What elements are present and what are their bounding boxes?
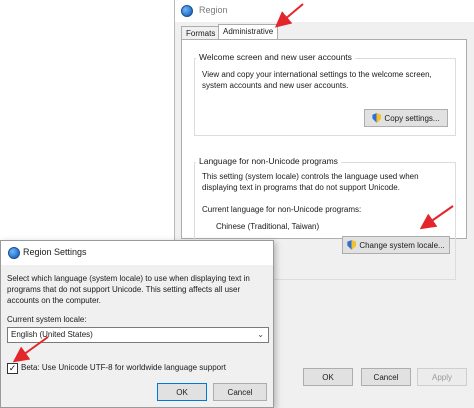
settings-dialog-title: Region Settings	[23, 247, 87, 257]
settings-ok-button[interactable]: OK	[157, 383, 207, 401]
region-apply-button[interactable]: Apply	[417, 368, 467, 386]
shield-icon	[372, 113, 382, 123]
change-system-locale-button[interactable]: Change system locale...	[342, 236, 450, 254]
region-settings-dialog: Region Settings Select which language (s…	[0, 240, 274, 408]
system-locale-select[interactable]: English (United States) ⌄	[7, 327, 269, 343]
region-window-title: Region	[199, 5, 228, 15]
change-locale-label: Change system locale...	[359, 240, 445, 250]
copy-settings-label: Copy settings...	[384, 113, 440, 123]
language-group-label: Language for non-Unicode programs	[196, 156, 341, 166]
globe-icon	[181, 5, 193, 17]
beta-utf8-checkbox[interactable]: ✓	[7, 363, 18, 374]
settings-title-bar[interactable]: Region Settings	[1, 241, 273, 265]
language-group-description: This setting (system locale) controls th…	[202, 172, 419, 192]
welcome-group-description: View and copy your international setting…	[202, 70, 432, 90]
settings-description: Select which language (system locale) to…	[7, 274, 250, 305]
administrative-tab-panel: Welcome screen and new user accounts Vie…	[181, 39, 467, 280]
system-locale-label: Current system locale:	[7, 315, 87, 324]
region-cancel-button[interactable]: Cancel	[361, 368, 411, 386]
tab-formats[interactable]: Formats	[181, 26, 219, 40]
checkmark-icon: ✓	[8, 363, 17, 373]
system-locale-value: English (United States)	[11, 330, 93, 339]
beta-utf8-label[interactable]: Beta: Use Unicode UTF-8 for worldwide la…	[21, 363, 226, 372]
current-language-label: Current language for non-Unicode program…	[202, 205, 362, 214]
settings-cancel-button[interactable]: Cancel	[213, 383, 267, 401]
region-title-bar[interactable]: Region	[175, 0, 474, 22]
welcome-group-label: Welcome screen and new user accounts	[196, 52, 355, 62]
shield-icon	[347, 240, 357, 250]
copy-settings-button[interactable]: Copy settings...	[364, 109, 448, 127]
current-language-value: Chinese (Traditional, Taiwan)	[216, 222, 320, 231]
chevron-down-icon: ⌄	[257, 330, 264, 339]
tab-administrative[interactable]: Administrative	[218, 24, 278, 40]
region-ok-button[interactable]: OK	[303, 368, 353, 386]
globe-icon	[8, 247, 20, 259]
